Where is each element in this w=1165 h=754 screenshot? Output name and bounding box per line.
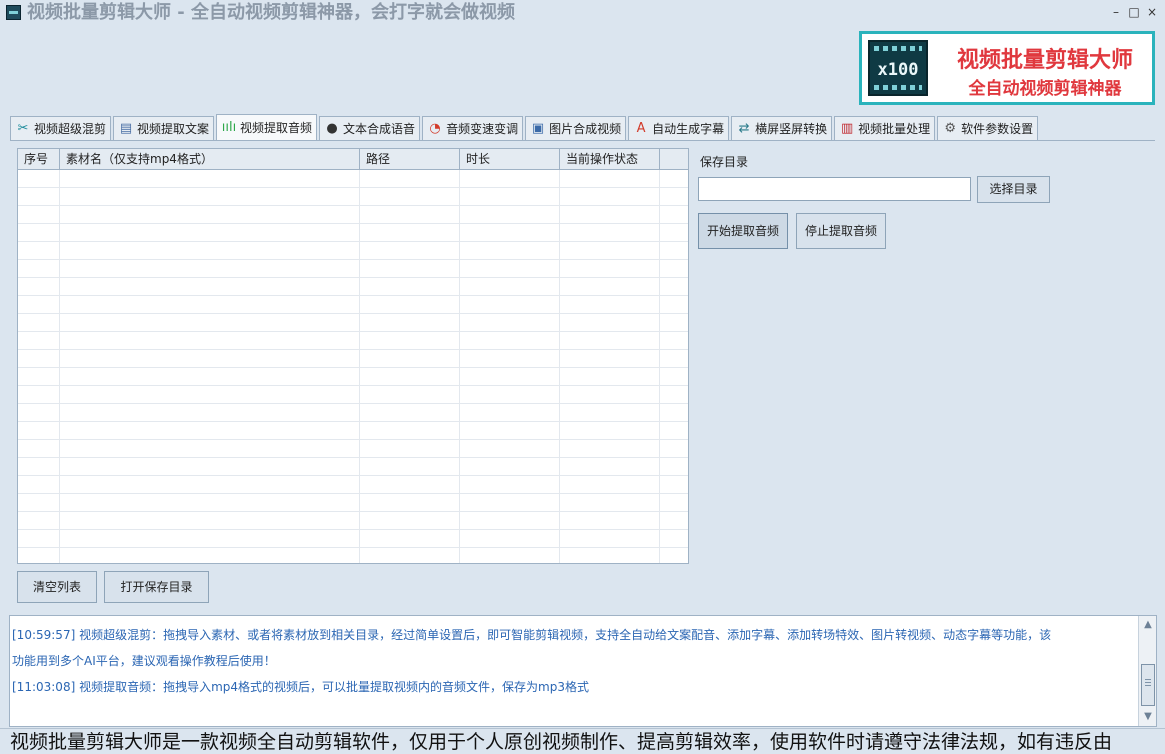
tab-9[interactable]: ▥ 视频批量处理 (834, 116, 936, 140)
column-header[interactable]: 素材名（仅支持mp4格式） (60, 149, 360, 170)
log-line: [10:59:57] 视频超级混剪：拖拽导入素材、或者将素材放到相关目录，经过简… (12, 628, 1052, 642)
logo-text: x100 (877, 60, 919, 80)
tab-label: 文本合成语音 (343, 122, 416, 136)
tab-label: 自动生成字幕 (652, 122, 725, 136)
tab-7[interactable]: A 自动生成字幕 (628, 116, 730, 140)
notice-marquee: 视频批量剪辑大师是一款视频全自动剪辑软件，仅用于个人原创视频制作、提高剪辑效率，… (0, 728, 1165, 754)
tab-3[interactable]: ıılı 视频提取音频 (216, 114, 318, 140)
tab-5[interactable]: ◔ 音频变速变调 (422, 116, 524, 140)
column-divider (659, 170, 660, 563)
microphone-icon: ● (326, 121, 338, 136)
minimize-button[interactable]: – (1109, 4, 1123, 20)
column-header[interactable]: 序号 (18, 149, 60, 170)
app-window: 视频批量剪辑大师 - 全自动视频剪辑神器，会打字就会做视频 – □ × x100… (0, 0, 1165, 754)
brand-banner: x100 视频批量剪辑大师 全自动视频剪辑神器 (859, 31, 1155, 105)
document-icon: ▤ (119, 121, 133, 136)
font-icon: A (636, 121, 646, 136)
tab-1[interactable]: ✂ 视频超级混剪 (10, 116, 112, 140)
scroll-down-icon[interactable]: ▼ (1140, 709, 1156, 725)
open-save-dir-button[interactable]: 打开保存目录 (104, 571, 209, 603)
choose-dir-button[interactable]: 选择目录 (977, 176, 1050, 203)
picture-icon: ▣ (531, 121, 545, 136)
tab-2[interactable]: ▤ 视频提取文案 (113, 116, 215, 140)
scissors-icon: ✂ (17, 121, 29, 136)
rotate-screen-icon: ⇄ (738, 121, 750, 136)
tab-divider (10, 140, 1155, 141)
log-scrollbar[interactable]: ▲ ▼ (1138, 616, 1156, 726)
tab-4[interactable]: ● 文本合成语音 (319, 116, 421, 140)
stop-extract-audio-button[interactable]: 停止提取音频 (796, 213, 886, 249)
title-bar[interactable]: 视频批量剪辑大师 - 全自动视频剪辑神器，会打字就会做视频 – □ × (0, 0, 1165, 26)
film-holes-bottom (874, 85, 922, 90)
column-divider (59, 170, 60, 563)
main-tabs: ✂ 视频超级混剪 ▤ 视频提取文案 ıılı 视频提取音频 ● 文本合成语音 ◔ 音频变速变调 ▣ 图… (10, 114, 1039, 140)
table-body[interactable] (18, 170, 688, 563)
window-title: 视频批量剪辑大师 - 全自动视频剪辑神器，会打字就会做视频 (27, 2, 516, 23)
app-icon (6, 5, 21, 20)
marquee-text: 视频批量剪辑大师是一款视频全自动剪辑软件，仅用于个人原创视频制作、提高剪辑效率，… (10, 731, 1113, 753)
waveform-icon: ıılı (221, 120, 237, 135)
window-controls: – □ × (1109, 4, 1159, 22)
close-button[interactable]: × (1145, 4, 1159, 20)
clear-list-button[interactable]: 清空列表 (17, 571, 97, 603)
tab-label: 图片合成视频 (549, 122, 622, 136)
column-header[interactable]: 路径 (360, 149, 460, 170)
column-divider (559, 170, 560, 563)
save-dir-label: 保存目录 (700, 155, 749, 169)
column-divider (459, 170, 460, 563)
column-header[interactable] (660, 149, 688, 170)
tab-label: 视频提取文案 (137, 122, 210, 136)
tab-label: 横屏竖屏转换 (755, 122, 828, 136)
table-grid (18, 170, 688, 563)
tab-label: 视频提取音频 (240, 121, 313, 135)
material-table[interactable]: 序号 素材名（仅支持mp4格式） 路径 时长 当前操作状态 (17, 148, 689, 564)
scroll-up-icon[interactable]: ▲ (1140, 617, 1156, 633)
gear-icon: ⚙ (944, 121, 956, 136)
column-header[interactable]: 时长 (460, 149, 560, 170)
banner-title: 视频批量剪辑大师 (956, 48, 1133, 73)
table-header: 序号 素材名（仅支持mp4格式） 路径 时长 当前操作状态 (18, 149, 688, 170)
log-line: 功能用到多个AI平台，建议观看操作教程后使用！ (12, 654, 276, 668)
scroll-thumb[interactable] (1141, 664, 1155, 706)
save-dir-input[interactable] (698, 177, 971, 201)
tab-6[interactable]: ▣ 图片合成视频 (525, 116, 627, 140)
tab-10[interactable]: ⚙ 软件参数设置 (937, 116, 1039, 140)
tab-label: 视频批量处理 (858, 122, 931, 136)
film-logo-icon: x100 (868, 40, 928, 96)
column-header[interactable]: 当前操作状态 (560, 149, 660, 170)
banner-subtitle: 全自动视频剪辑神器 (968, 79, 1122, 99)
start-extract-audio-button[interactable]: 开始提取音频 (698, 213, 788, 249)
film-holes-top (874, 46, 922, 51)
speedometer-icon: ◔ (429, 121, 441, 136)
tab-label: 视频超级混剪 (34, 122, 107, 136)
film-icon: ▥ (840, 121, 854, 136)
log-text: [10:59:57] 视频超级混剪：拖拽导入素材、或者将素材放到相关目录，经过简… (12, 622, 1136, 700)
tab-label: 音频变速变调 (446, 122, 519, 136)
maximize-button[interactable]: □ (1127, 4, 1141, 20)
column-divider (359, 170, 360, 563)
log-panel[interactable]: [10:59:57] 视频超级混剪：拖拽导入素材、或者将素材放到相关目录，经过简… (9, 615, 1157, 727)
log-line: [11:03:08] 视频提取音频：拖拽导入mp4格式的视频后，可以批量提取视频… (12, 680, 589, 694)
tab-label: 软件参数设置 (961, 122, 1034, 136)
tab-8[interactable]: ⇄ 横屏竖屏转换 (731, 116, 833, 140)
